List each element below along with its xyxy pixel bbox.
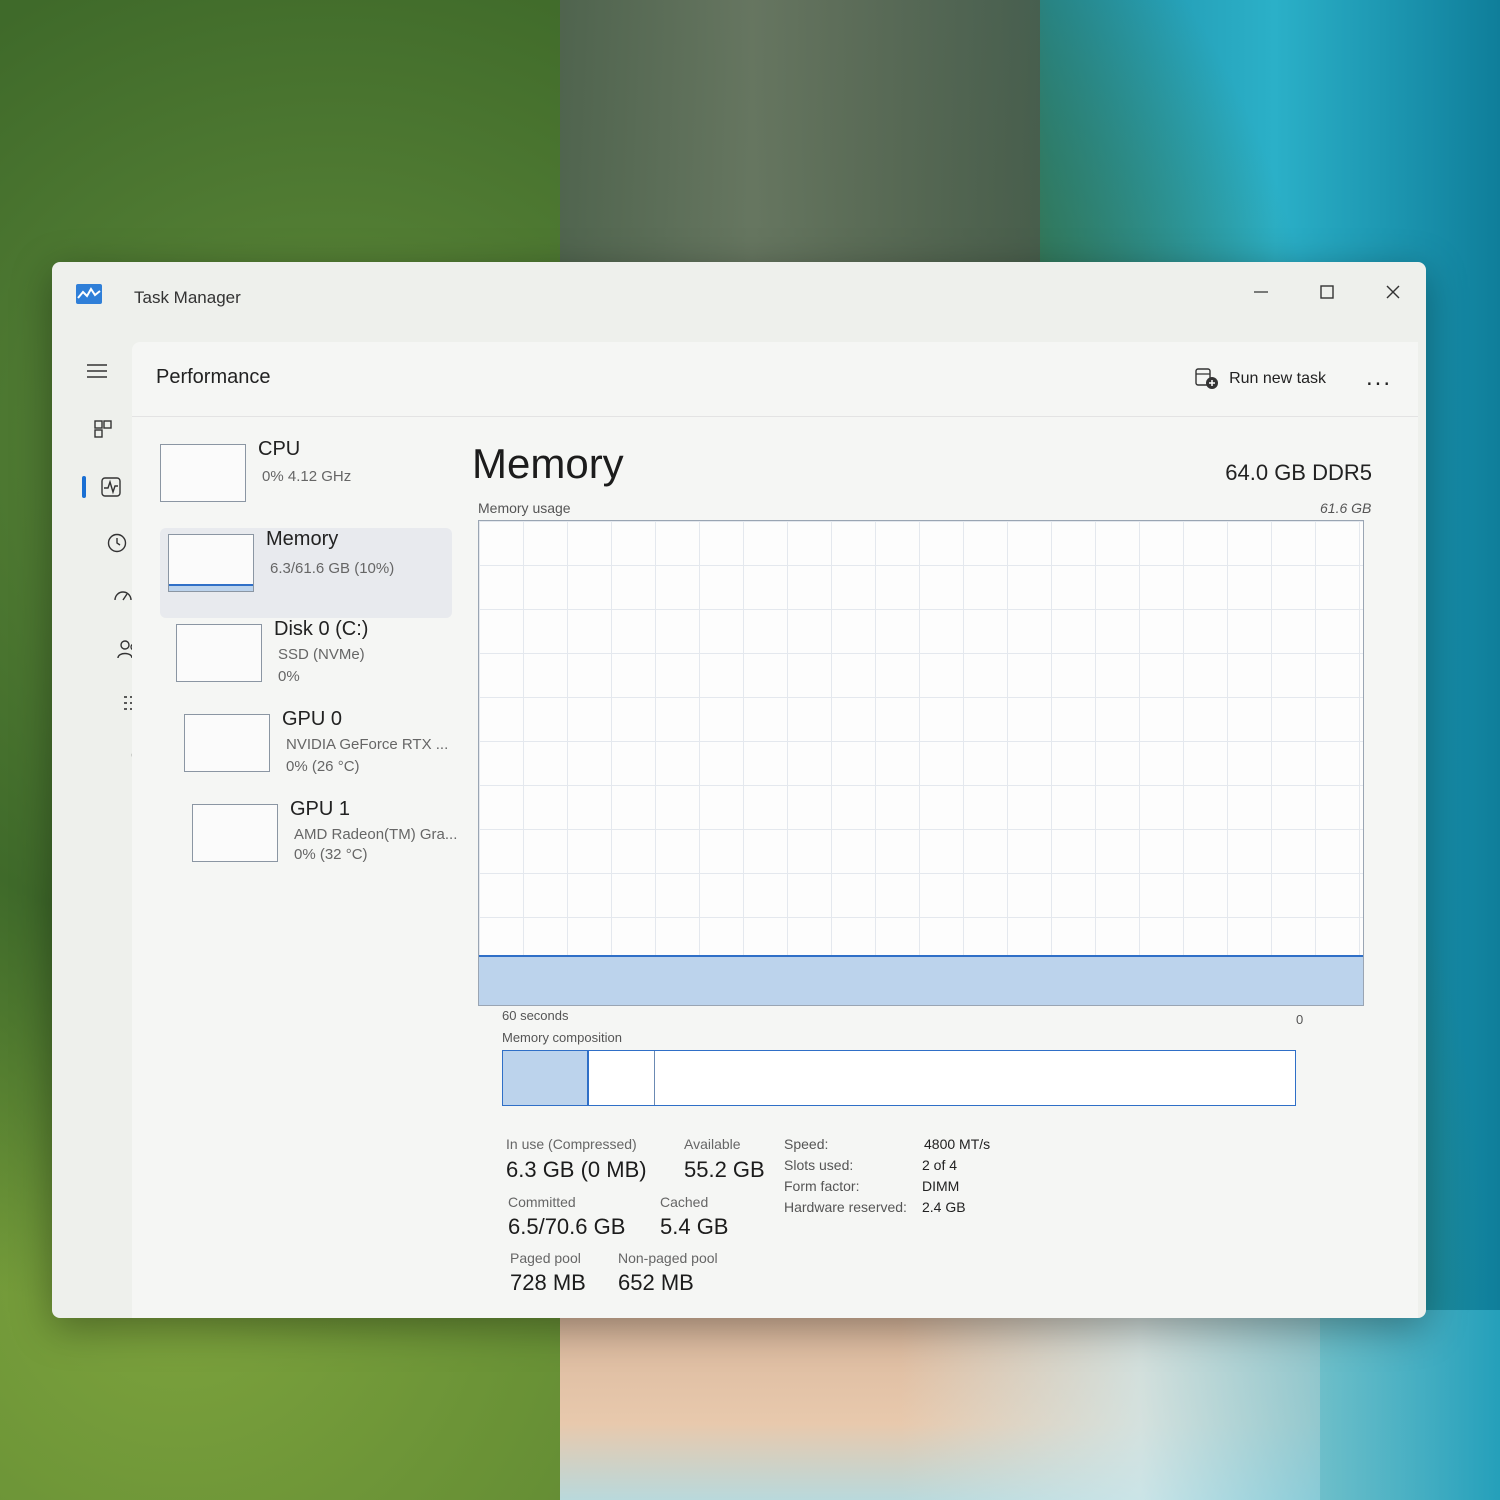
- wallpaper-cliff: [560, 0, 1040, 290]
- wallpaper-sea: [900, 1310, 1500, 1500]
- available-label: Available: [684, 1136, 741, 1152]
- command-bar: Performance Run new task ...: [132, 342, 1418, 417]
- committed-value: 6.5/70.6 GB: [508, 1214, 626, 1239]
- more-options-button[interactable]: ...: [1366, 364, 1392, 392]
- hamburger-icon: [87, 364, 107, 378]
- slots-used-value: 2 of 4: [922, 1157, 958, 1173]
- committed-label: Committed: [508, 1194, 576, 1210]
- non-paged-pool-value: 652 MB: [618, 1270, 694, 1295]
- memory-usage-graph: [478, 520, 1364, 1006]
- gpu1-thumbnail-graph: [192, 804, 278, 862]
- cached-value: 5.4 GB: [660, 1214, 729, 1239]
- performance-list: CPU 0% 4.12 GHz Memory 6.3/61.6 GB (10%)…: [152, 438, 457, 888]
- window-title: Task Manager: [134, 288, 241, 307]
- gpu0-thumbnail-graph: [184, 714, 270, 772]
- composition-in-use: [503, 1051, 587, 1105]
- paged-pool-label: Paged pool: [510, 1250, 581, 1266]
- composition-divider: [587, 1051, 589, 1105]
- maximize-icon: [1320, 285, 1334, 299]
- perf-item-memory[interactable]: Memory 6.3/61.6 GB (10%): [160, 528, 452, 618]
- perf-item-cpu[interactable]: CPU 0% 4.12 GHz: [152, 438, 452, 528]
- run-new-task-label: Run new task: [1229, 370, 1326, 387]
- memory-composition-bar: [502, 1050, 1296, 1106]
- composition-divider: [654, 1051, 655, 1105]
- perf-item-name: CPU: [258, 438, 301, 460]
- non-paged-pool-label: Non-paged pool: [618, 1250, 718, 1266]
- memory-usage-max: 61.6 GB: [1320, 500, 1372, 516]
- memory-usage-label: Memory usage: [478, 500, 571, 516]
- perf-item-name: Disk 0 (C:): [274, 618, 369, 640]
- memory-thumbnail-graph: [168, 534, 254, 592]
- nav-performance[interactable]: [94, 470, 128, 504]
- cpu-thumbnail-graph: [160, 444, 246, 502]
- nav-active-indicator: [82, 476, 86, 498]
- perf-item-name: Memory: [266, 528, 339, 550]
- task-manager-app-icon: [76, 284, 102, 304]
- speed-value: 4800 MT/s: [924, 1136, 991, 1152]
- startup-apps-icon: [114, 591, 132, 601]
- memory-title: Memory: [472, 440, 624, 487]
- perf-item-detail-2: 0% (26 °C): [286, 758, 360, 775]
- memory-composition-label: Memory composition: [502, 1030, 622, 1045]
- perf-item-detail-2: 0% (32 °C): [294, 846, 368, 863]
- navigation-rail: [52, 334, 151, 1318]
- perf-item-detail: 6.3/61.6 GB (10%): [270, 560, 395, 577]
- form-factor-value: DIMM: [922, 1178, 960, 1194]
- paged-pool-value: 728 MB: [510, 1270, 586, 1295]
- graph-time-end: 0: [1296, 1012, 1304, 1027]
- perf-item-disk-0[interactable]: Disk 0 (C:) SSD (NVMe) 0%: [168, 618, 452, 708]
- in-use-value: 6.3 GB (0 MB): [506, 1157, 647, 1182]
- perf-item-name: GPU 0: [282, 708, 343, 730]
- disk-thumbnail-graph: [176, 624, 262, 682]
- run-new-task-icon: [1195, 368, 1219, 389]
- task-manager-window: Task Manager Performance Run new task ..…: [52, 262, 1426, 1318]
- perf-item-detail-2: 0%: [278, 668, 300, 685]
- perf-item-detail: SSD (NVMe): [278, 646, 365, 663]
- minimize-icon: [1254, 291, 1268, 293]
- nav-processes[interactable]: [86, 412, 120, 446]
- nav-app-history[interactable]: [100, 526, 134, 560]
- graph-time-start: 60 seconds: [502, 1008, 569, 1023]
- title-bar[interactable]: Task Manager: [52, 262, 1426, 334]
- memory-spec: 64.0 GB DDR5: [1225, 460, 1372, 485]
- app-history-icon: [107, 533, 127, 553]
- perf-item-gpu-1[interactable]: GPU 1 AMD Radeon(TM) Gra... 0% (32 °C): [184, 798, 457, 888]
- close-icon: [1386, 285, 1400, 299]
- hardware-reserved-value: 2.4 GB: [922, 1199, 966, 1215]
- hardware-reserved-label: Hardware reserved:: [784, 1199, 907, 1215]
- close-button[interactable]: [1368, 272, 1418, 312]
- memory-usage-fill: [479, 954, 1363, 1005]
- run-new-task-button[interactable]: Run new task: [1195, 368, 1326, 390]
- in-use-label: In use (Compressed): [506, 1136, 637, 1152]
- form-factor-label: Form factor:: [784, 1178, 860, 1194]
- speed-label: Speed:: [784, 1136, 829, 1152]
- maximize-button[interactable]: [1302, 272, 1352, 312]
- processes-icon: [94, 420, 112, 438]
- page-title: Performance: [156, 366, 271, 388]
- perf-item-gpu-0[interactable]: GPU 0 NVIDIA GeForce RTX ... 0% (26 °C): [176, 708, 452, 798]
- minimize-button[interactable]: [1236, 272, 1286, 312]
- cached-label: Cached: [660, 1194, 709, 1210]
- performance-icon: [101, 477, 121, 497]
- slots-used-label: Slots used:: [784, 1157, 854, 1173]
- perf-item-detail: 0% 4.12 GHz: [262, 468, 352, 485]
- available-value: 55.2 GB: [684, 1157, 765, 1182]
- hamburger-menu-button[interactable]: [80, 354, 114, 388]
- performance-page: Performance Run new task ... CPU 0% 4.12…: [132, 342, 1418, 1318]
- perf-item-detail: NVIDIA GeForce RTX ...: [286, 736, 449, 753]
- perf-item-name: GPU 1: [290, 798, 351, 820]
- perf-item-detail: AMD Radeon(TM) Gra...: [294, 826, 458, 843]
